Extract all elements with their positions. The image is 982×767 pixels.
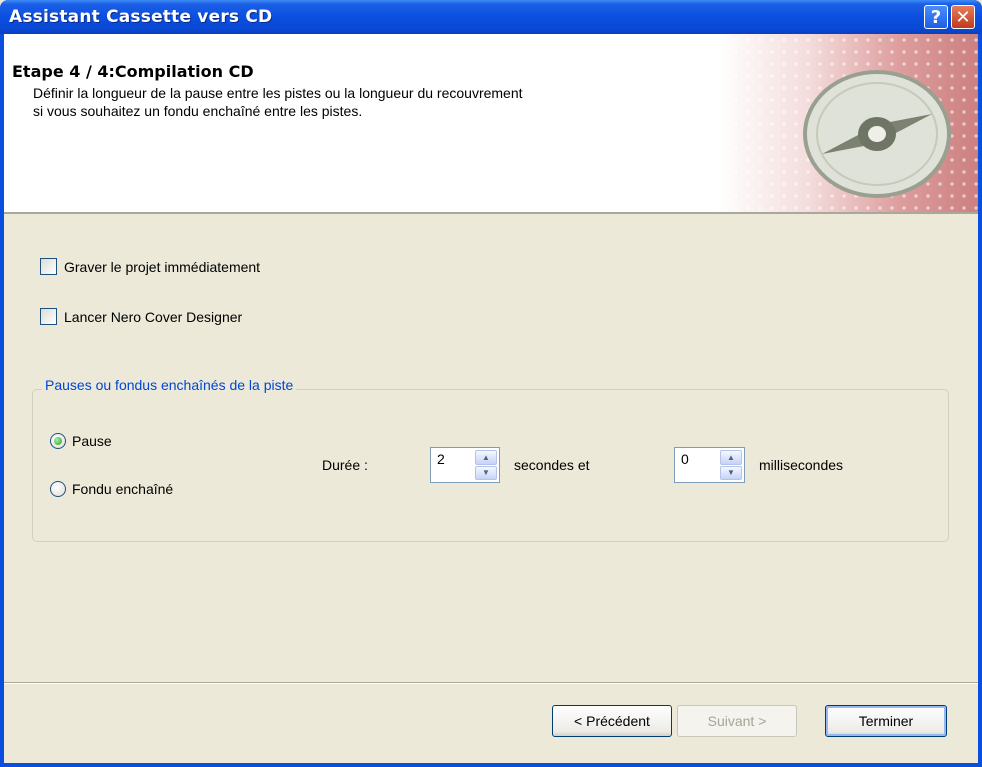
milliseconds-value[interactable]: 0 (681, 451, 689, 467)
pause-radio[interactable] (50, 433, 66, 449)
next-button[interactable]: Suivant > (677, 705, 797, 737)
seconds-spinbox[interactable]: 2 ▲ ▼ (430, 447, 500, 483)
cover-designer-checkbox[interactable] (40, 308, 57, 325)
crossfade-option[interactable]: Fondu enchaîné (50, 481, 173, 497)
duration-label: Durée : (322, 457, 368, 473)
description-line-2: si vous souhaitez un fondu enchaîné entr… (33, 103, 363, 119)
finish-button[interactable]: Terminer (825, 705, 947, 737)
crossfade-label: Fondu enchaîné (72, 481, 174, 497)
groupbox-legend: Pauses ou fondus enchaînés de la piste (42, 377, 297, 393)
seconds-label: secondes et (514, 457, 590, 473)
help-icon: ? (930, 6, 942, 28)
cd-disc-icon (803, 70, 951, 198)
previous-button[interactable]: < Précédent (552, 705, 672, 737)
pause-option[interactable]: Pause (50, 433, 112, 449)
help-button[interactable]: ? (924, 5, 948, 29)
seconds-down-arrow-icon[interactable]: ▼ (475, 465, 497, 480)
step-description: Définir la longueur de la pause entre le… (33, 84, 523, 120)
seconds-value[interactable]: 2 (437, 451, 445, 467)
cover-designer-label: Lancer Nero Cover Designer (64, 308, 243, 325)
seconds-up-arrow-icon[interactable]: ▲ (475, 450, 497, 465)
pause-label: Pause (72, 433, 112, 449)
title-bar[interactable]: Assistant Cassette vers CD ? ✕ (0, 0, 982, 34)
cover-designer-option[interactable]: Lancer Nero Cover Designer (40, 308, 242, 325)
milliseconds-down-arrow-icon[interactable]: ▼ (720, 465, 742, 480)
burn-now-option[interactable]: Graver le projet immédiatement (40, 258, 260, 275)
crossfade-radio[interactable] (50, 481, 66, 497)
description-line-1: Définir la longueur de la pause entre le… (33, 85, 523, 101)
burn-now-checkbox[interactable] (40, 258, 57, 275)
milliseconds-label: millisecondes (759, 457, 844, 473)
wizard-header: Etape 4 / 4:Compilation CD Définir la lo… (4, 34, 978, 214)
close-icon: ✕ (955, 6, 971, 28)
dialog-client: Etape 4 / 4:Compilation CD Définir la lo… (4, 34, 978, 763)
wizard-window: Assistant Cassette vers CD ? ✕ Etape 4 /… (0, 0, 982, 767)
footer-separator (4, 682, 978, 684)
milliseconds-up-arrow-icon[interactable]: ▲ (720, 450, 742, 465)
milliseconds-spinbox[interactable]: 0 ▲ ▼ (674, 447, 745, 483)
window-title: Assistant Cassette vers CD (9, 7, 273, 27)
step-title: Etape 4 / 4:Compilation CD (12, 62, 254, 81)
radio-selected-dot (54, 437, 62, 445)
burn-now-label: Graver le projet immédiatement (64, 258, 261, 275)
close-button[interactable]: ✕ (951, 5, 975, 29)
